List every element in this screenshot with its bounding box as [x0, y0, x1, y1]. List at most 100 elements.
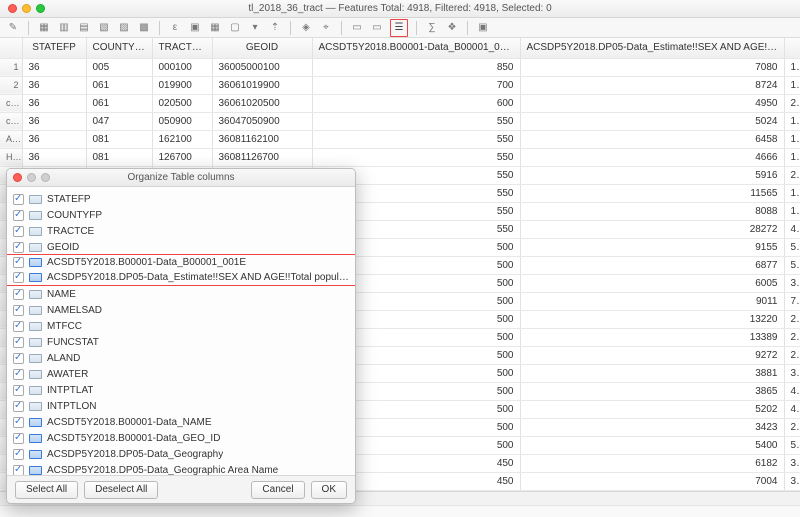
cell-totalpop[interactable]: 4950: [520, 94, 784, 112]
cell-totalpop[interactable]: 6182: [520, 454, 784, 472]
select-by-expression-icon[interactable]: ε: [168, 21, 182, 35]
checkbox-icon[interactable]: [13, 385, 24, 396]
cell-totalpop[interactable]: 5916: [520, 166, 784, 184]
pan-to-icon[interactable]: ◈: [299, 21, 313, 35]
cell-extra[interactable]: 3: [784, 454, 800, 472]
rownum-header[interactable]: [0, 38, 22, 58]
cell-extra[interactable]: 2: [784, 310, 800, 328]
cell-extra[interactable]: 5: [784, 238, 800, 256]
checkbox-icon[interactable]: [13, 465, 24, 476]
cell-extra[interactable]: 1: [784, 130, 800, 148]
maximize-icon[interactable]: [36, 4, 45, 13]
cell-totalpop[interactable]: 5024: [520, 112, 784, 130]
cell-extra[interactable]: 2: [784, 328, 800, 346]
column-list-item[interactable]: COUNTYFP: [7, 207, 355, 223]
cell-statefp[interactable]: 36: [22, 94, 86, 112]
column-list-item[interactable]: ACSDP5Y2018.DP05-Data_Geographic Area Na…: [7, 462, 355, 475]
cell-tractce[interactable]: 126700: [152, 148, 212, 166]
copy-icon[interactable]: ▨: [117, 21, 131, 35]
col-geoid[interactable]: GEOID: [212, 38, 312, 58]
cell-totalpop[interactable]: 28272: [520, 220, 784, 238]
col-statefp[interactable]: STATEFP: [22, 38, 86, 58]
column-list-item[interactable]: ALAND: [7, 350, 355, 366]
column-list-item[interactable]: GEOID: [7, 239, 355, 255]
checkbox-icon[interactable]: [13, 272, 24, 283]
checkbox-icon[interactable]: [13, 242, 24, 253]
cell-tractce[interactable]: 019900: [152, 76, 212, 94]
cell-totalpop[interactable]: 3865: [520, 382, 784, 400]
dock-icon[interactable]: ▣: [476, 21, 490, 35]
cell-b00001[interactable]: 600: [312, 94, 520, 112]
checkbox-icon[interactable]: [13, 449, 24, 460]
column-list-item[interactable]: AWATER: [7, 366, 355, 382]
cell-countyfp[interactable]: 005: [86, 58, 152, 76]
cell-countyfp[interactable]: 081: [86, 130, 152, 148]
cell-b00001[interactable]: 550: [312, 148, 520, 166]
cell-totalpop[interactable]: 5202: [520, 400, 784, 418]
cell-b00001[interactable]: 550: [312, 112, 520, 130]
cell-totalpop[interactable]: 7004: [520, 472, 784, 490]
column-list-item[interactable]: NAMELSAD: [7, 302, 355, 318]
row-number[interactable]: 1: [0, 58, 22, 76]
table-row[interactable]: 2360610199003606101990070087241: [0, 76, 800, 94]
ok-button[interactable]: OK: [311, 481, 347, 499]
column-list-item[interactable]: ACSDT5Y2018.B00001-Data_NAME: [7, 414, 355, 430]
cell-countyfp[interactable]: 061: [86, 94, 152, 112]
col-extra[interactable]: [784, 38, 800, 58]
row-number[interactable]: AL 5: [0, 130, 22, 148]
cell-statefp[interactable]: 36: [22, 130, 86, 148]
col-tractce[interactable]: TRACTCE: [152, 38, 212, 58]
row-number[interactable]: 2: [0, 76, 22, 94]
new-field-icon[interactable]: ▭: [350, 21, 364, 35]
cell-geoid[interactable]: 36061019900: [212, 76, 312, 94]
cell-extra[interactable]: 1: [784, 184, 800, 202]
checkbox-icon[interactable]: [13, 401, 24, 412]
cell-totalpop[interactable]: 9272: [520, 346, 784, 364]
cell-extra[interactable]: 2: [784, 166, 800, 184]
column-list-item[interactable]: ACSDP5Y2018.DP05-Data_Geography: [7, 446, 355, 462]
cell-extra[interactable]: 1: [784, 202, 800, 220]
column-list-item[interactable]: MTFCC: [7, 318, 355, 334]
cell-totalpop[interactable]: 8088: [520, 202, 784, 220]
column-list-item[interactable]: FUNCSTAT: [7, 334, 355, 350]
checkbox-icon[interactable]: [13, 353, 24, 364]
deselect-icon[interactable]: ▢: [228, 21, 242, 35]
column-list-item[interactable]: NAME: [7, 286, 355, 302]
cell-totalpop[interactable]: 3423: [520, 418, 784, 436]
column-list[interactable]: STATEFPCOUNTYFPTRACTCEGEOIDACSDT5Y2018.B…: [7, 187, 355, 475]
cell-totalpop[interactable]: 6877: [520, 256, 784, 274]
cell-extra[interactable]: 4: [784, 382, 800, 400]
cell-extra[interactable]: 5: [784, 256, 800, 274]
cell-statefp[interactable]: 36: [22, 112, 86, 130]
column-list-item[interactable]: INTPTLAT: [7, 382, 355, 398]
move-top-icon[interactable]: ⇡: [268, 21, 282, 35]
save-icon[interactable]: ▦: [37, 21, 51, 35]
cell-b00001[interactable]: 700: [312, 76, 520, 94]
cell-extra[interactable]: 4: [784, 220, 800, 238]
column-list-item[interactable]: TRACTCE: [7, 223, 355, 239]
conditional-format-icon[interactable]: ❖: [445, 21, 459, 35]
filter-icon[interactable]: ▾: [248, 21, 262, 35]
cell-tractce[interactable]: 162100: [152, 130, 212, 148]
cell-totalpop[interactable]: 6458: [520, 130, 784, 148]
checkbox-icon[interactable]: [13, 369, 24, 380]
checkbox-icon[interactable]: [13, 321, 24, 332]
checkbox-icon[interactable]: [13, 305, 24, 316]
cell-extra[interactable]: 2: [784, 418, 800, 436]
cell-extra[interactable]: 1: [784, 76, 800, 94]
checkbox-icon[interactable]: [13, 417, 24, 428]
field-calculator-icon[interactable]: ∑: [425, 21, 439, 35]
close-icon[interactable]: [8, 4, 17, 13]
row-number[interactable]: ca 4: [0, 112, 22, 130]
cell-extra[interactable]: 2: [784, 94, 800, 112]
cell-extra[interactable]: 3: [784, 472, 800, 490]
cell-countyfp[interactable]: 061: [86, 76, 152, 94]
select-all-icon[interactable]: ▣: [188, 21, 202, 35]
minimize-icon[interactable]: [22, 4, 31, 13]
cell-geoid[interactable]: 36081162100: [212, 130, 312, 148]
invert-selection-icon[interactable]: ▦: [208, 21, 222, 35]
checkbox-icon[interactable]: [13, 289, 24, 300]
cell-totalpop[interactable]: 3881: [520, 364, 784, 382]
cell-extra[interactable]: 1…: [784, 58, 800, 76]
cell-extra[interactable]: 1: [784, 148, 800, 166]
